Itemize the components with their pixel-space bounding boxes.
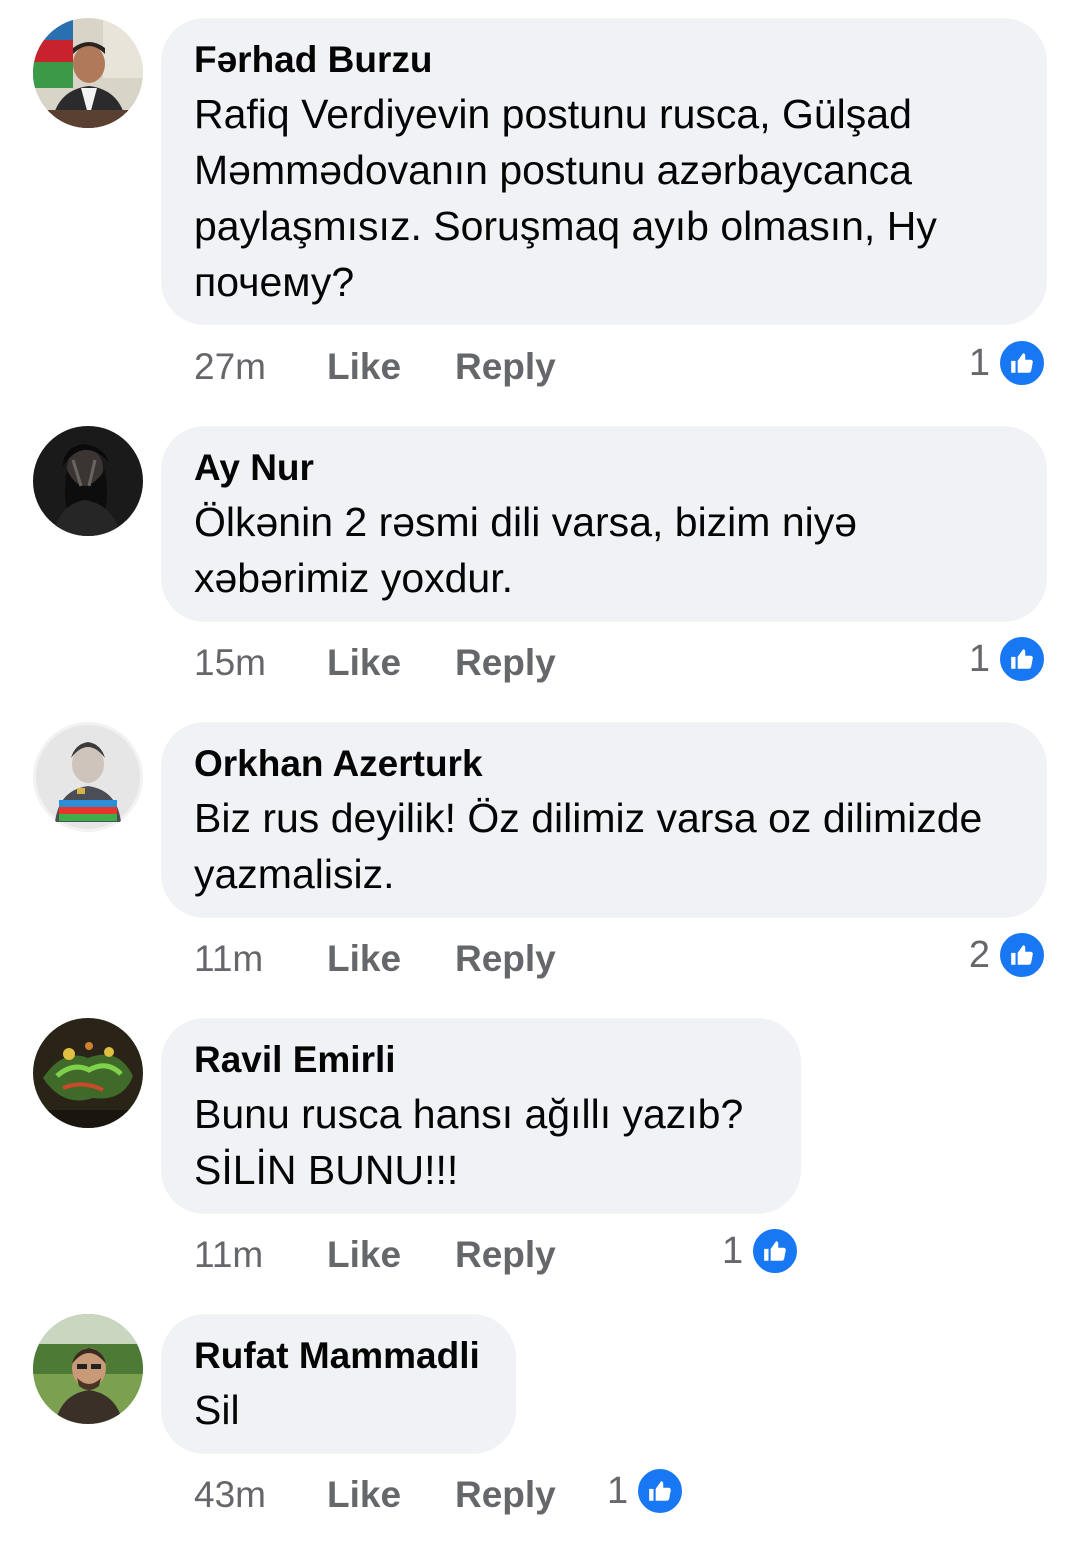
reaction-count: 1 <box>722 1229 744 1272</box>
thumbs-up-icon <box>751 1227 800 1275</box>
avatar[interactable] <box>33 722 143 832</box>
avatar-image <box>33 722 143 832</box>
comment-author[interactable]: Rufat Mammadli <box>194 1336 483 1376</box>
comment-timestamp[interactable]: 11m <box>194 1233 263 1277</box>
like-button[interactable]: Like <box>327 345 401 389</box>
avatar-image <box>33 18 143 128</box>
avatar-image <box>33 1314 143 1424</box>
comment-bubble: Ravil Emirli Bunu rusca hansı ağıllı yaz… <box>161 1018 801 1214</box>
comment-bubble: Ay Nur Ölkənin 2 rəsmi dili varsa, bizim… <box>161 426 1047 622</box>
comment-timestamp[interactable]: 43m <box>194 1473 266 1517</box>
comment-bubble: Fərhad Burzu Rafiq Verdiyevin postunu ru… <box>161 18 1047 325</box>
like-button[interactable]: Like <box>327 1473 401 1517</box>
reply-button[interactable]: Reply <box>455 1233 556 1277</box>
reaction-count: 1 <box>968 637 990 680</box>
reply-button[interactable]: Reply <box>455 641 556 685</box>
avatar-image <box>33 1018 143 1128</box>
comment-author[interactable]: Ay Nur <box>194 448 1014 488</box>
reaction-count: 1 <box>607 1469 629 1512</box>
comment-text: Rafiq Verdiyevin postunu rusca, Gülşad M… <box>194 91 937 305</box>
comment-text: Bunu rusca hansı ağıllı yazıb? SİLİN BUN… <box>194 1091 744 1193</box>
comment-timestamp[interactable]: 15m <box>194 641 266 685</box>
avatar-image <box>33 426 143 536</box>
comment-timestamp[interactable]: 11m <box>194 937 263 981</box>
comment-bubble: Orkhan Azerturk Biz rus deyilik! Öz dili… <box>161 722 1047 918</box>
thumbs-up-icon <box>998 931 1046 979</box>
like-button[interactable]: Like <box>327 1233 401 1277</box>
avatar[interactable] <box>33 18 143 128</box>
reaction-count: 1 <box>968 341 990 384</box>
reply-button[interactable]: Reply <box>455 345 556 389</box>
reaction-summary[interactable]: 1 <box>722 1227 800 1275</box>
thumbs-up-icon <box>998 339 1046 387</box>
reply-button[interactable]: Reply <box>455 937 556 981</box>
comment-author[interactable]: Orkhan Azerturk <box>194 744 1014 784</box>
reaction-summary[interactable]: 2 <box>968 931 1046 979</box>
reply-button[interactable]: Reply <box>455 1473 556 1517</box>
avatar[interactable] <box>33 426 143 536</box>
comment-text: Sil <box>194 1387 240 1433</box>
avatar[interactable] <box>33 1018 143 1128</box>
like-button[interactable]: Like <box>327 937 401 981</box>
comment-text: Biz rus deyilik! Öz dilimiz varsa oz dil… <box>194 795 983 897</box>
comment-author[interactable]: Fərhad Burzu <box>194 40 1014 80</box>
thumbs-up-icon <box>636 1467 685 1515</box>
comment-text: Ölkənin 2 rəsmi dili varsa, bizim niyə x… <box>194 499 858 601</box>
comment-bubble: Rufat Mammadli Sil <box>161 1314 516 1454</box>
comment-author[interactable]: Ravil Emirli <box>194 1040 768 1080</box>
reaction-summary[interactable]: 1 <box>968 339 1046 387</box>
avatar[interactable] <box>33 1314 143 1424</box>
reaction-count: 2 <box>968 933 990 976</box>
thumbs-up-icon <box>998 635 1046 683</box>
comment-timestamp[interactable]: 27m <box>194 345 266 389</box>
like-button[interactable]: Like <box>327 641 401 685</box>
reaction-summary[interactable]: 1 <box>607 1467 685 1515</box>
reaction-summary[interactable]: 1 <box>968 635 1046 683</box>
